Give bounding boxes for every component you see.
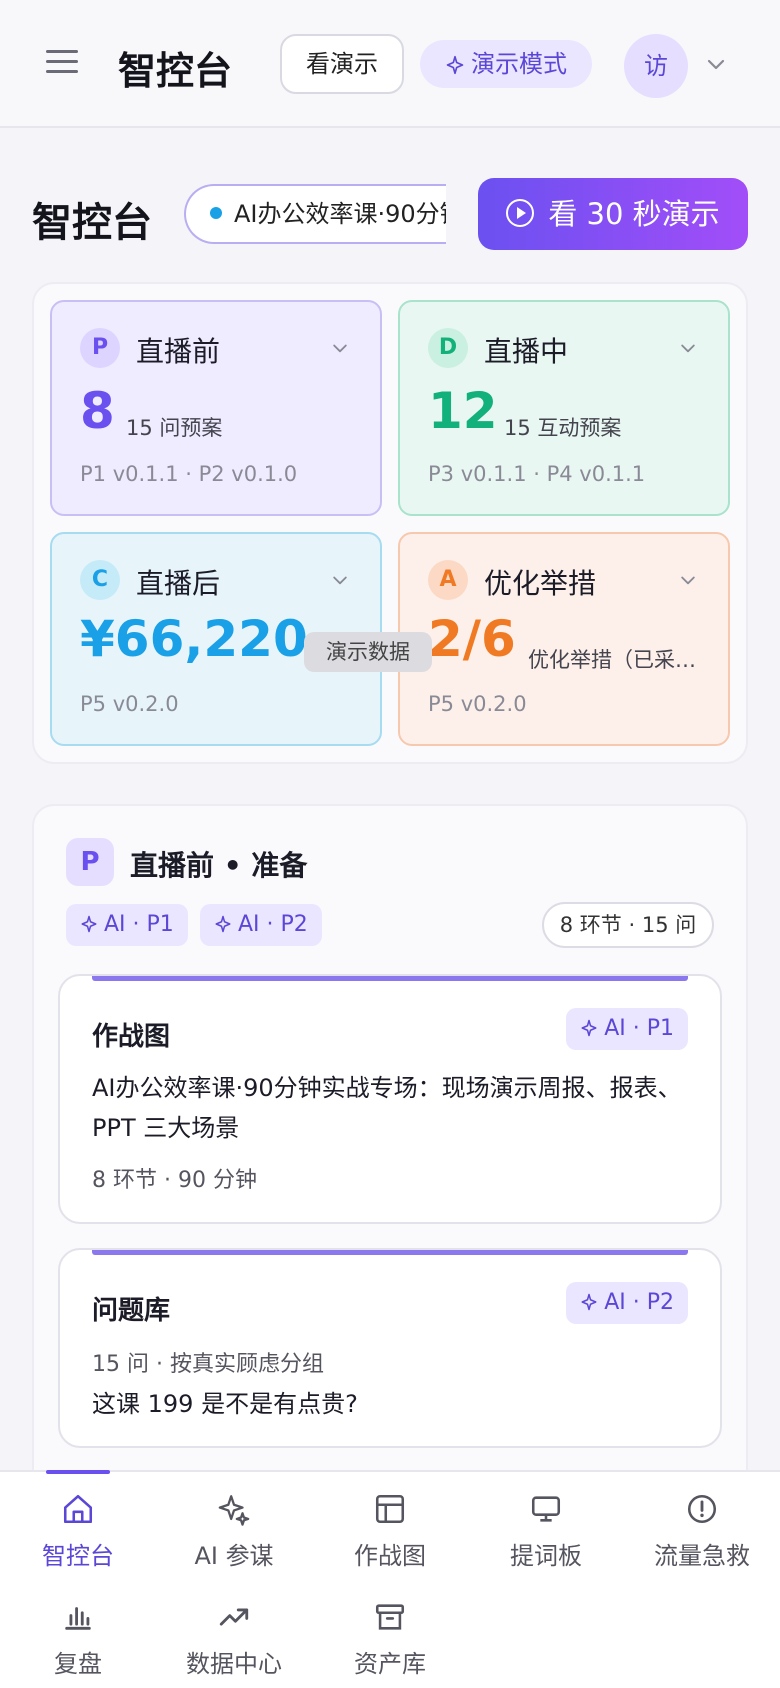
app-title: 智控台 <box>118 49 233 93</box>
stage-name: 优化举措 <box>484 567 597 600</box>
stage-value: 12 <box>428 382 498 440</box>
chip-label: AI · P2 <box>604 1290 674 1315</box>
watch-demo-button[interactable]: 看演示 <box>280 34 404 94</box>
stage-subtitle: 优化举措（已采纳） <box>528 648 708 672</box>
card-accent-bar <box>92 1250 688 1255</box>
top-app-bar: 智控台 看演示 演示模式 访 <box>0 0 780 128</box>
stage-value: 2/6 <box>428 610 516 668</box>
chevron-down-icon[interactable] <box>704 52 728 76</box>
stage-version: P5 v0.2.0 <box>80 692 179 716</box>
stage-card-optimization[interactable]: A 优化举措 2/6 优化举措（已采纳） P5 v0.2.0 <box>398 532 730 746</box>
hamburger-menu-icon[interactable] <box>46 50 78 76</box>
demo-mode-pill[interactable]: 演示模式 <box>420 40 592 88</box>
stage-badge: C <box>80 560 120 600</box>
card-meta: 8 环节 · 90 分钟 <box>92 1168 257 1193</box>
nav-label: AI 参谋 <box>194 1542 274 1570</box>
stage-version: P3 v0.1.1 · P4 v0.1.1 <box>428 462 646 486</box>
sparkles-icon <box>218 1495 250 1526</box>
play-circle-icon <box>506 199 535 227</box>
battle-map-card[interactable]: 作战图 AI · P1 AI办公效率课·90分钟实战专场：现场演示周报、报表、P… <box>58 974 722 1224</box>
nav-label: 数据中心 <box>186 1650 282 1678</box>
section-title: 直播前 • 准备 <box>130 849 308 882</box>
trending-up-icon <box>219 1608 249 1626</box>
ai-p1-chip[interactable]: AI · P1 <box>566 1008 688 1050</box>
demo-data-badge: 演示数据 <box>304 632 432 672</box>
demo-mode-label: 演示模式 <box>471 50 567 78</box>
nav-item-dashboard[interactable]: 智控台 <box>0 1492 156 1571</box>
alert-circle-icon <box>687 1494 717 1524</box>
watch-30s-demo-button[interactable]: 看 30 秒演示 <box>478 178 748 250</box>
active-tab-indicator <box>46 1470 110 1474</box>
chevron-down-icon[interactable] <box>330 338 350 358</box>
sparkles-icon <box>446 55 464 75</box>
chip-label: AI · P2 <box>238 912 308 937</box>
session-selector[interactable]: AI办公效率课·90分钟实战专场 <box>184 184 446 244</box>
nav-item-teleprompter[interactable]: 提词板 <box>468 1492 624 1571</box>
stage-badge: A <box>428 560 468 600</box>
stage-subtitle: 15 问预案 <box>126 416 223 440</box>
stage-name: 直播后 <box>136 567 221 600</box>
nav-item-ai-advisor[interactable]: AI 参谋 <box>156 1492 312 1571</box>
stage-value: 8 <box>80 382 115 440</box>
ai-p1-chip[interactable]: AI · P1 <box>66 904 188 946</box>
chevron-down-icon[interactable] <box>678 570 698 590</box>
stage-badge: D <box>428 328 468 368</box>
stage-name: 直播中 <box>484 335 569 368</box>
sparkles-icon <box>581 1019 597 1037</box>
nav-label: 作战图 <box>354 1542 426 1570</box>
avatar[interactable]: 访 <box>624 34 688 98</box>
segment-count-pill: 8 环节 · 15 问 <box>542 902 714 948</box>
stage-badge: P <box>80 328 120 368</box>
nav-item-battle-map[interactable]: 作战图 <box>312 1492 468 1571</box>
nav-label: 提词板 <box>510 1542 582 1570</box>
section-badge: P <box>66 838 114 886</box>
sparkles-icon <box>581 1293 597 1311</box>
nav-label: 资产库 <box>354 1650 426 1678</box>
stage-card-pre-live[interactable]: P 直播前 8 15 问预案 P1 v0.1.1 · P2 v0.1.0 <box>50 300 382 516</box>
cta-label: 看 30 秒演示 <box>548 197 720 231</box>
stage-name: 直播前 <box>136 335 221 368</box>
nav-label: 流量急救 <box>654 1542 750 1570</box>
chevron-down-icon[interactable] <box>330 570 350 590</box>
ai-p2-chip[interactable]: AI · P2 <box>200 904 322 946</box>
nav-item-data-center[interactable]: 数据中心 <box>156 1600 312 1679</box>
card-meta: 15 问 · 按真实顾虑分组 <box>92 1352 324 1377</box>
sparkles-icon <box>215 915 231 933</box>
nav-label: 智控台 <box>42 1542 114 1570</box>
chip-label: AI · P1 <box>104 912 174 937</box>
stage-version: P1 v0.1.1 · P2 v0.1.0 <box>80 462 298 486</box>
card-body: AI办公效率课·90分钟实战专场：现场演示周报、报表、PPT 三大场景 <box>92 1074 682 1142</box>
chip-label: AI · P1 <box>604 1016 674 1041</box>
stage-card-during-live[interactable]: D 直播中 12 15 互动预案 P3 v0.1.1 · P4 v0.1.1 <box>398 300 730 516</box>
card-body: 这课 199 是不是有点贵? <box>92 1390 358 1418</box>
layout-icon <box>375 1494 405 1524</box>
archive-icon <box>375 1604 405 1630</box>
nav-item-asset-library[interactable]: 资产库 <box>312 1600 468 1679</box>
page-title: 智控台 <box>32 200 152 246</box>
home-icon <box>63 1494 93 1524</box>
question-bank-card[interactable]: 问题库 AI · P2 15 问 · 按真实顾虑分组 这课 199 是不是有点贵… <box>58 1248 722 1448</box>
session-name: AI办公效率课·90分钟实战专场 <box>234 200 446 228</box>
stage-version: P5 v0.2.0 <box>428 692 527 716</box>
nav-item-review[interactable]: 复盘 <box>0 1600 156 1679</box>
card-title: 问题库 <box>92 1296 171 1326</box>
card-title: 作战图 <box>92 1022 171 1052</box>
monitor-icon <box>531 1496 561 1522</box>
nav-label: 复盘 <box>54 1650 102 1678</box>
sparkles-icon <box>81 915 97 933</box>
ai-p2-chip[interactable]: AI · P2 <box>566 1282 688 1324</box>
nav-item-traffic-rescue[interactable]: 流量急救 <box>624 1492 780 1571</box>
stage-value: ¥66,220 <box>80 610 308 668</box>
card-accent-bar <box>92 976 688 981</box>
status-dot-icon <box>210 207 222 219</box>
bar-chart-icon <box>65 1607 91 1630</box>
chevron-down-icon[interactable] <box>678 338 698 358</box>
stage-subtitle: 15 互动预案 <box>504 416 622 440</box>
